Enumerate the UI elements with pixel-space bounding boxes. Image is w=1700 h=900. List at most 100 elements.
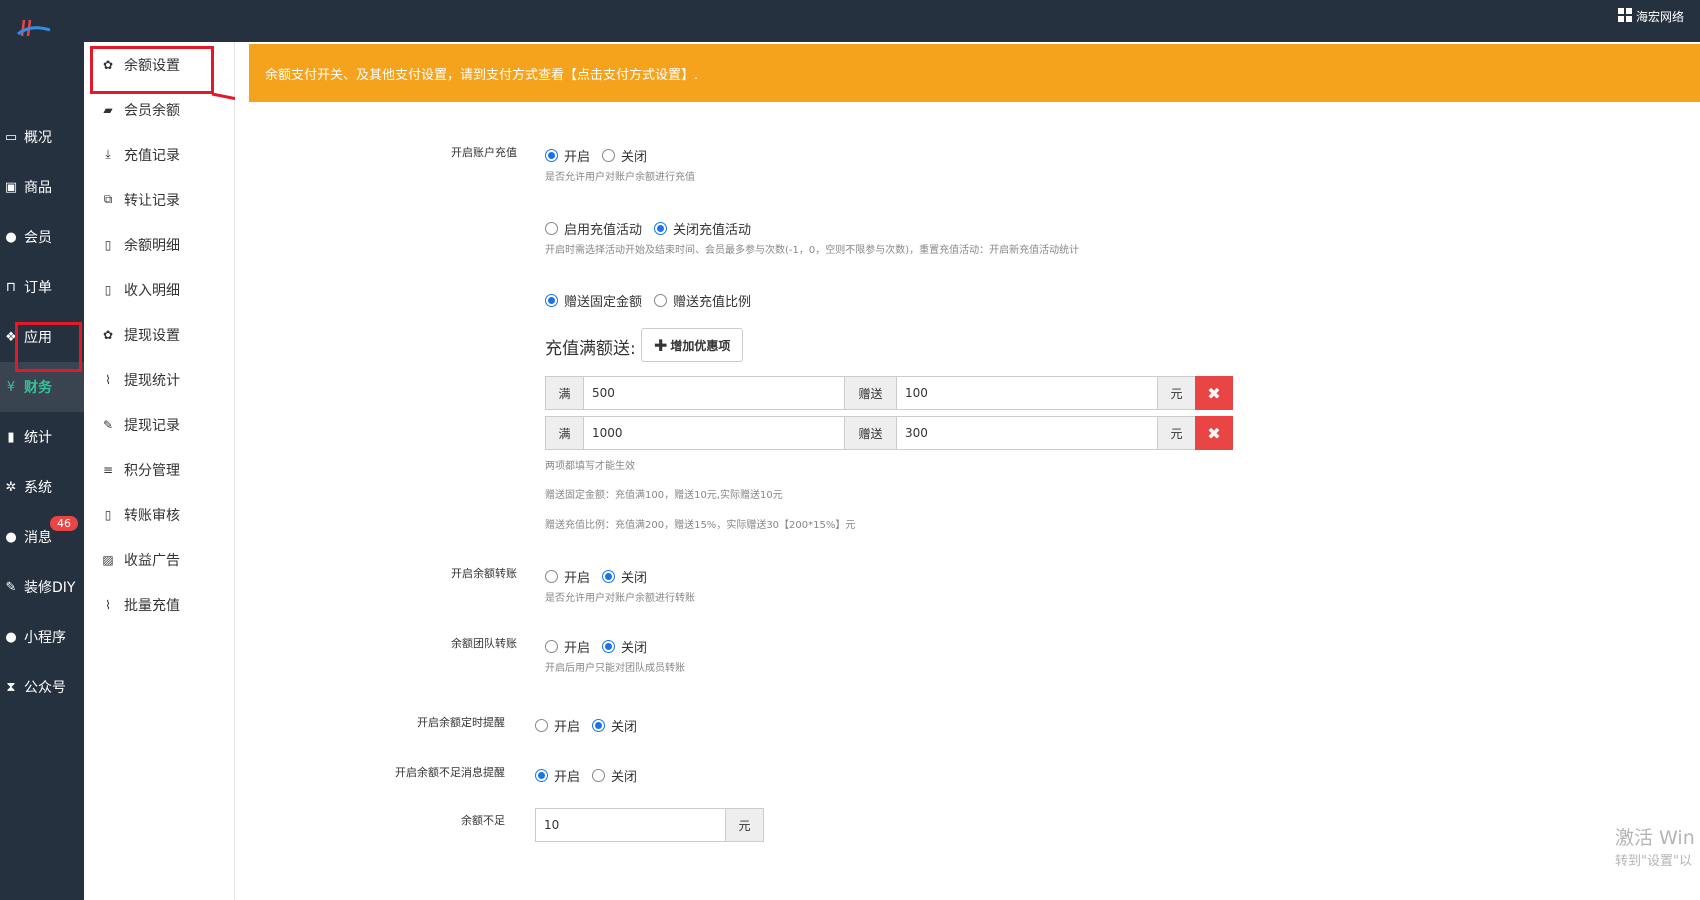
nav-item-system[interactable]: ✲ 系统	[0, 462, 84, 512]
sub-item-points[interactable]: ≡ 积分管理	[84, 447, 234, 492]
delete-rule-button[interactable]: ✖	[1195, 416, 1233, 450]
brand-link[interactable]: 海宏网络	[1617, 8, 1684, 25]
monitor-icon: ▭	[4, 129, 18, 145]
radio-gift-fixed[interactable]	[545, 294, 558, 307]
full-addon: 满	[545, 416, 584, 450]
full-addon: 满	[545, 376, 584, 410]
radio-recharge-off[interactable]	[602, 149, 616, 162]
radio-gift-ratio[interactable]	[654, 294, 668, 307]
lack-on-option[interactable]: 开启	[535, 766, 580, 785]
highlight-box-finance	[15, 322, 82, 372]
sub-label: 充值记录	[124, 147, 180, 164]
timed-off-option[interactable]: 关闭	[592, 716, 637, 735]
sub-label: 收益广告	[124, 552, 180, 569]
option-label: 关闭充值活动	[673, 223, 752, 238]
nav-item-goods[interactable]: ▣ 商品	[0, 162, 84, 212]
sub-item-withdraw-records[interactable]: ✎ 提现记录	[84, 402, 234, 447]
gavel-icon: ✎	[5, 579, 17, 595]
team-off-option[interactable]: 关闭	[602, 637, 647, 656]
unit-addon: 元	[1157, 376, 1196, 410]
sub-item-withdraw-stats[interactable]: ⌇ 提现统计	[84, 357, 234, 402]
sub-item-income-ads[interactable]: ▨ 收益广告	[84, 537, 234, 582]
full-amount-input[interactable]: 1000	[583, 416, 845, 450]
radio-timed-on[interactable]	[535, 719, 548, 732]
option-label: 开启	[564, 150, 591, 165]
plus-icon: ✚	[654, 335, 668, 355]
sub-label: 余额明细	[124, 237, 180, 254]
option-label: 开启	[564, 571, 591, 586]
activity-enable-option[interactable]: 启用充值活动	[545, 219, 642, 238]
sub-item-balance-detail[interactable]: ▯ 余额明细	[84, 222, 234, 267]
download-icon: ⤓	[105, 147, 111, 161]
users-icon: ●	[5, 229, 17, 245]
label-timed-reminder: 开启余额定时提醒	[417, 716, 505, 729]
radio-lack-off[interactable]	[592, 769, 606, 782]
gift-fixed-option[interactable]: 赠送固定金额	[545, 291, 642, 310]
payment-settings-alert[interactable]: 余额支付开关、及其他支付设置，请到支付方式查看【点击支付方式设置】.	[249, 44, 1700, 102]
add-rule-button[interactable]: ✚ 增加优惠项	[641, 328, 744, 362]
option-label: 开启	[554, 720, 581, 735]
sub-item-transfer-audit[interactable]: ▯ 转账审核	[84, 492, 234, 537]
team-on-option[interactable]: 开启	[545, 637, 590, 656]
nav-label: 商品	[24, 180, 52, 196]
delete-rule-button[interactable]: ✖	[1195, 376, 1233, 410]
box-icon: ▣	[4, 179, 18, 195]
radio-transfer-off[interactable]	[602, 570, 616, 583]
logo-icon[interactable]	[16, 18, 52, 40]
nav-item-diy[interactable]: ✎ 装修DIY	[0, 562, 84, 612]
radio-activity-disable[interactable]	[654, 222, 668, 235]
sub-item-batch-recharge[interactable]: ⌇ 批量充值	[84, 582, 234, 627]
nav-item-messages[interactable]: ● 消息 46	[0, 512, 84, 562]
sub-label: 收入明细	[124, 282, 180, 299]
label-team-transfer: 余额团队转账	[451, 637, 517, 650]
nav-item-stats[interactable]: ▮ 统计	[0, 412, 84, 462]
rule-row: 满 1000 赠送 300 元 ✖	[545, 416, 1233, 450]
nav-label: 系统	[24, 480, 52, 496]
radio-activity-enable[interactable]	[545, 222, 558, 235]
alert-text: 余额支付开关、及其他支付设置，请到支付方式查看【点击支付方式设置】.	[265, 67, 699, 83]
radio-lack-on[interactable]	[535, 769, 548, 782]
sub-label: 批量充值	[124, 597, 180, 614]
sub-item-withdraw-settings[interactable]: ✿ 提现设置	[84, 312, 234, 357]
transfer-off-option[interactable]: 关闭	[602, 567, 647, 586]
activation-watermark-subtitle: 转到"设置"以	[1615, 854, 1692, 869]
nav-item-miniprogram[interactable]: ● 小程序	[0, 612, 84, 662]
option-label: 关闭	[611, 720, 638, 735]
gift-amount-input[interactable]: 300	[896, 416, 1158, 450]
gift-amount-input[interactable]: 100	[896, 376, 1158, 410]
nav-item-members[interactable]: ● 会员	[0, 212, 84, 262]
external-link-icon: ⧉	[103, 192, 113, 206]
low-balance-input[interactable]: 10	[535, 808, 726, 842]
transfer-on-option[interactable]: 开启	[545, 567, 590, 586]
nav-item-overview[interactable]: ▭ 概况	[0, 112, 84, 162]
radio-team-off[interactable]	[602, 640, 616, 653]
activity-disable-option[interactable]: 关闭充值活动	[654, 219, 751, 238]
full-amount-input[interactable]: 500	[583, 376, 845, 410]
rules-title: 充值满额送:	[545, 339, 636, 359]
radio-transfer-on[interactable]	[545, 570, 558, 583]
label-transfer: 开启余额转账	[451, 567, 517, 580]
timed-on-option[interactable]: 开启	[535, 716, 580, 735]
label-recharge: 开启账户充值	[451, 146, 517, 159]
file-icon: ▯	[104, 507, 112, 522]
sub-item-transfer-records[interactable]: ⧉ 转让记录	[84, 177, 234, 222]
message-count-badge: 46	[50, 516, 78, 531]
radio-timed-off[interactable]	[592, 719, 606, 732]
recharge-on-option[interactable]: 开启	[545, 146, 590, 165]
gift-addon: 赠送	[844, 376, 897, 410]
radio-recharge-on[interactable]	[545, 149, 558, 162]
rules-help-2: 赠送固定金额：充值满100，赠送10元,实际赠送10元	[545, 490, 783, 501]
nav-label: 会员	[24, 230, 52, 246]
option-label: 启用充值活动	[564, 223, 643, 238]
option-label: 关闭	[621, 641, 648, 656]
lack-off-option[interactable]: 关闭	[592, 766, 637, 785]
wechat-icon: ●	[5, 629, 17, 645]
sub-item-income-detail[interactable]: ▯ 收入明细	[84, 267, 234, 312]
radio-team-on[interactable]	[545, 640, 558, 653]
gift-ratio-option[interactable]: 赠送充值比例	[654, 291, 751, 310]
recharge-off-option[interactable]: 关闭	[602, 146, 647, 165]
gift-addon: 赠送	[844, 416, 897, 450]
sub-item-recharge-records[interactable]: ⤓ 充值记录	[84, 132, 234, 177]
nav-item-official-account[interactable]: ⧗ 公众号	[0, 662, 84, 712]
nav-item-orders[interactable]: ⊓ 订单	[0, 262, 84, 312]
